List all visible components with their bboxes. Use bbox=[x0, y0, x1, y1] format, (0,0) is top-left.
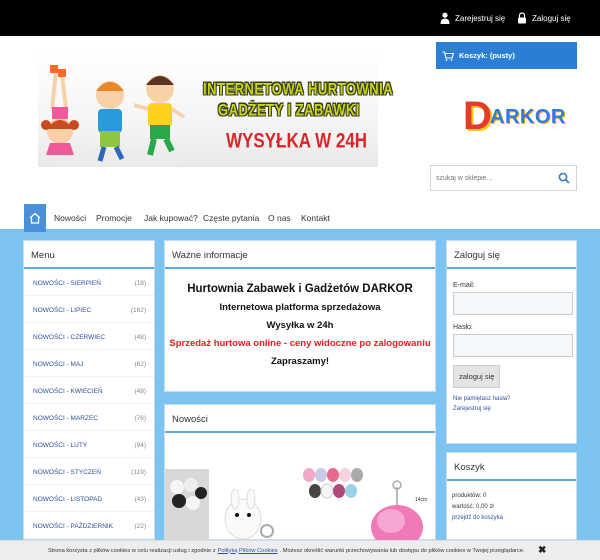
register-link[interactable]: Zarejestruj się bbox=[440, 12, 505, 24]
login-link[interactable]: Zaloguj się bbox=[517, 12, 571, 24]
menu-item-label[interactable]: NOWOŚCI - KWIECIEŃ bbox=[33, 388, 103, 395]
news-panel: Nowości 14cm bbox=[164, 404, 436, 541]
info-panel: Ważne informacje Hurtownia Zabawek i Gad… bbox=[164, 240, 436, 392]
menu-item-label[interactable]: NOWOŚCI - MARZEC bbox=[33, 415, 98, 422]
kids-illustration bbox=[40, 65, 196, 167]
cookie-policy-link[interactable]: Polityką Plików Cookies bbox=[218, 548, 278, 554]
banner-line-3: WYSYŁKA W 24H bbox=[226, 128, 368, 153]
menu-item[interactable]: NOWOŚCI - PAŹDZIERNIK (22) bbox=[24, 512, 154, 539]
login-label: Zaloguj się bbox=[532, 13, 571, 23]
cart-value: wartość: 0,00 zł bbox=[452, 504, 494, 510]
news-title: Nowości bbox=[165, 405, 435, 433]
menu-item-label[interactable]: NOWOŚCI - MAJ bbox=[33, 361, 84, 368]
menu-item-label[interactable]: NOWOŚCI - PAŹDZIERNIK bbox=[33, 523, 113, 530]
header-banner[interactable]: INTERNETOWA HURTOWNIA GADŻETY I ZABAWKI … bbox=[38, 51, 393, 167]
darkor-logo[interactable]: D ARKOR bbox=[463, 94, 566, 138]
menu-item-count: (22) bbox=[134, 523, 146, 530]
login-button[interactable]: zaloguj się bbox=[453, 365, 501, 388]
go-to-cart-link[interactable]: przejdź do koszyka bbox=[452, 513, 576, 524]
lock-icon bbox=[518, 12, 526, 24]
menu-title: Menu bbox=[24, 241, 154, 269]
cart-panel: Koszyk produktów: 0 wartość: 0,00 zł prz… bbox=[446, 452, 577, 540]
forgot-password-link[interactable]: Nie pamiętasz hasła? bbox=[453, 396, 570, 402]
nav-item-jak-kupowac[interactable]: Jak kupować? bbox=[144, 213, 198, 223]
home-icon bbox=[29, 212, 41, 224]
menu-panel: Menu NOWOŚCI - SIERPIEŃ (18) NOWOŚCI - LI… bbox=[23, 240, 155, 540]
news-size-tag: 14cm bbox=[415, 497, 427, 503]
menu-list: NOWOŚCI - SIERPIEŃ (18) NOWOŚCI - LIPIEC (… bbox=[24, 269, 154, 539]
menu-item[interactable]: NOWOŚCI - CZERWIEC (48) bbox=[24, 323, 154, 350]
menu-item[interactable]: NOWOŚCI - KWIECIEŃ (49) bbox=[24, 377, 154, 404]
nav-item-kontakt[interactable]: Kontakt bbox=[301, 213, 330, 223]
close-icon[interactable]: ✖ bbox=[538, 545, 546, 556]
menu-item-count: (76) bbox=[134, 415, 146, 422]
info-platform: Internetowa platforma sprzedażowa bbox=[219, 302, 381, 313]
menu-item[interactable]: NOWOŚCI - LIPIEC (162) bbox=[24, 296, 154, 323]
menu-item[interactable]: NOWOŚCI - MARZEC (76) bbox=[24, 404, 154, 431]
info-title: Ważne informacje bbox=[165, 241, 435, 269]
search-icon[interactable] bbox=[558, 172, 570, 184]
menu-item-label[interactable]: NOWOŚCI - SIERPIEŃ bbox=[33, 280, 101, 287]
home-button[interactable] bbox=[24, 204, 46, 232]
email-field[interactable] bbox=[453, 292, 573, 315]
news-products-image[interactable]: 14cm bbox=[165, 435, 435, 541]
main-nav: Nowości Promocje Jak kupować? Częste pyt… bbox=[0, 202, 600, 232]
menu-item[interactable]: NOWOŚCI - STYCZEŃ (119) bbox=[24, 458, 154, 485]
menu-item-count: (94) bbox=[134, 442, 146, 449]
menu-item-label[interactable]: NOWOŚCI - LISTOPAD bbox=[33, 496, 102, 503]
menu-item-count: (43) bbox=[134, 496, 146, 503]
banner-line-2: GADŻETY I ZABAWKI bbox=[218, 99, 360, 120]
search-input[interactable] bbox=[431, 166, 551, 190]
info-body: Hurtownia Zabawek i Gadżetów DARKOR Inte… bbox=[165, 269, 435, 367]
menu-item-count: (62) bbox=[134, 361, 146, 368]
menu-item[interactable]: NOWOŚCI - LISTOPAD (43) bbox=[24, 485, 154, 512]
cart-panel-title: Koszyk bbox=[447, 453, 576, 481]
nav-item-czeste-pytania[interactable]: Częste pytania bbox=[203, 213, 259, 223]
cookie-text-start: Strona korzysta z plików cookies w celu … bbox=[48, 547, 216, 554]
menu-item-count: (48) bbox=[134, 334, 146, 341]
user-icon bbox=[440, 12, 450, 24]
info-shipping: Wysyłka w 24h bbox=[266, 320, 334, 331]
password-field[interactable] bbox=[453, 334, 573, 357]
header-cart-button[interactable]: Koszyk: (pusty) bbox=[436, 42, 577, 69]
menu-item[interactable]: NOWOŚCI - LUTY (94) bbox=[24, 431, 154, 458]
menu-item-count: (49) bbox=[134, 388, 146, 395]
login-title: Zaloguj się bbox=[447, 241, 576, 269]
menu-item-label[interactable]: NOWOŚCI - CZERWIEC bbox=[33, 334, 105, 341]
register-link-panel[interactable]: Zarejestruj się bbox=[453, 406, 570, 412]
menu-item-label[interactable]: NOWOŚCI - LIPIEC bbox=[33, 307, 91, 314]
logo-letter-d: D bbox=[463, 94, 492, 138]
login-panel: Zaloguj się E-mail: Hasło: zaloguj się N… bbox=[446, 240, 577, 444]
menu-item-count: (162) bbox=[130, 307, 146, 314]
cart-products-count: produktów: 0 bbox=[452, 493, 487, 499]
banner-line-1: INTERNETOWA HURTOWNIA bbox=[203, 78, 394, 99]
register-label: Zarejestruj się bbox=[455, 13, 506, 23]
logo-text: ARKOR bbox=[490, 106, 566, 128]
info-headline: Hurtownia Zabawek i Gadżetów DARKOR bbox=[187, 283, 413, 295]
info-invite: Zapraszamy! bbox=[270, 356, 330, 367]
main-content: Menu NOWOŚCI - SIERPIEŃ (18) NOWOŚCI - LI… bbox=[0, 232, 600, 541]
cart-icon bbox=[442, 50, 454, 61]
header-cart-label: Koszyk: (pusty) bbox=[459, 51, 515, 60]
menu-item-label[interactable]: NOWOŚCI - LUTY bbox=[33, 442, 87, 449]
password-label: Hasło: bbox=[453, 324, 473, 331]
nav-item-promocje[interactable]: Promocje bbox=[96, 213, 132, 223]
menu-item[interactable]: NOWOŚCI - MAJ (62) bbox=[24, 350, 154, 377]
info-wholesale-notice: Sprzedaż hurtowa online - ceny widoczne … bbox=[169, 338, 431, 349]
cookie-text-end: . Możesz określić warunki przechowywania… bbox=[279, 547, 525, 554]
menu-item-count: (18) bbox=[134, 280, 146, 287]
menu-item-count: (119) bbox=[131, 469, 146, 476]
search-box bbox=[430, 165, 577, 191]
menu-item[interactable]: NOWOŚCI - SIERPIEŃ (18) bbox=[24, 269, 154, 296]
nav-item-nowosci[interactable]: Nowości bbox=[54, 213, 86, 223]
menu-item-label[interactable]: NOWOŚCI - STYCZEŃ bbox=[33, 469, 101, 476]
cookie-bar: Strona korzysta z plików cookies w celu … bbox=[0, 540, 600, 560]
top-bar: Zarejestruj się Zaloguj się bbox=[0, 0, 600, 36]
nav-item-o-nas[interactable]: O nas bbox=[268, 213, 291, 223]
email-label: E-mail: bbox=[453, 282, 475, 289]
header: INTERNETOWA HURTOWNIA GADŻETY I ZABAWKI … bbox=[0, 36, 600, 202]
